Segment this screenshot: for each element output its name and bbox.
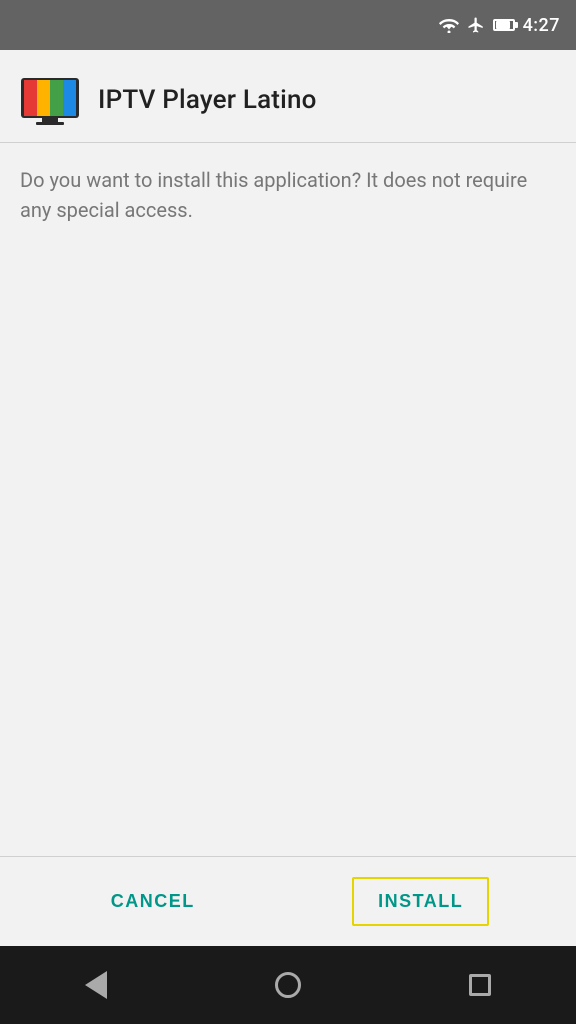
status-bar: 4:27 [0,0,576,50]
wifi-icon [439,17,459,33]
back-button[interactable] [66,955,126,1015]
status-time: 4:27 [523,15,560,36]
main-content: Do you want to install this application?… [0,143,576,856]
nav-bar [0,946,576,1024]
install-description: Do you want to install this application?… [20,165,556,225]
recent-button[interactable] [450,955,510,1015]
cancel-button[interactable]: CANCEL [87,875,219,928]
app-icon [20,74,80,126]
status-icons: 4:27 [439,15,560,36]
battery-icon [493,19,515,31]
app-header: IPTV Player Latino [0,50,576,142]
action-bar: CANCEL INSTALL [0,856,576,946]
install-button[interactable]: INSTALL [352,877,489,926]
home-icon [275,972,301,998]
airplane-icon [467,16,485,34]
home-button[interactable] [258,955,318,1015]
recent-icon [469,974,491,996]
back-icon [85,971,107,999]
app-title: IPTV Player Latino [98,85,317,115]
